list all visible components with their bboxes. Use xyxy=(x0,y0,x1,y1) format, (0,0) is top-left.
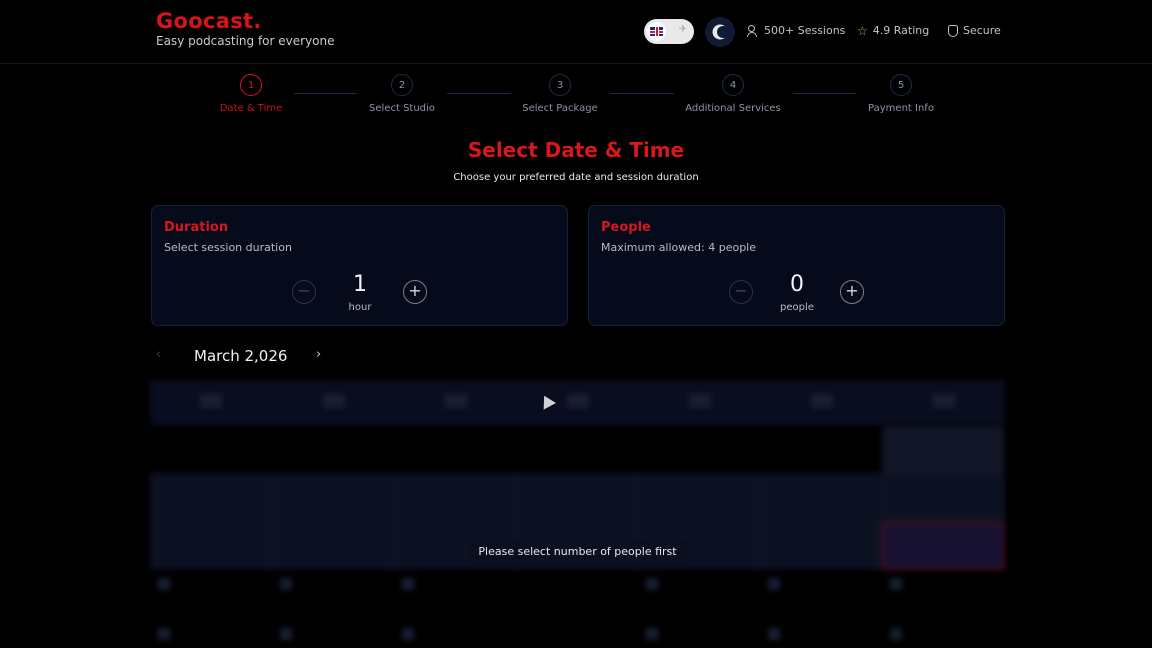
brand[interactable]: Goocast. Easy podcasting for everyone xyxy=(156,8,335,49)
step-select-package[interactable]: 3 Select Package xyxy=(490,72,630,114)
duration-card: Duration Select session duration − 1 hou… xyxy=(151,205,568,326)
duration-title: Duration xyxy=(164,220,229,235)
users-icon xyxy=(747,24,759,37)
page-title: Select Date & Time xyxy=(467,138,685,162)
calendar-day-cell[interactable] xyxy=(272,473,394,569)
brand-logo[interactable]: Goocast. xyxy=(156,8,335,34)
duration-increment-button[interactable]: + xyxy=(403,280,427,304)
weekday-label xyxy=(689,394,711,408)
weekday-label xyxy=(811,394,833,408)
calendar-day-cell[interactable] xyxy=(760,473,882,569)
step-label: Select Package xyxy=(522,103,598,114)
calendar-day-number xyxy=(890,628,902,640)
booking-steps: 1 Date & Time 2 Select Studio 3 Select P… xyxy=(0,72,1152,122)
calendar-day-number xyxy=(402,628,414,640)
language-alt-icon: ✈ xyxy=(678,24,687,35)
weekday-label xyxy=(567,394,589,408)
language-toggle[interactable]: ✈ xyxy=(644,19,694,44)
people-title: People xyxy=(601,220,651,235)
step-select-studio[interactable]: 2 Select Studio xyxy=(332,72,472,114)
step-payment-info[interactable]: 5 Payment Info xyxy=(831,72,971,114)
people-card: People Maximum allowed: 4 people − 0 peo… xyxy=(588,205,1005,326)
next-month-button[interactable]: › xyxy=(316,347,321,362)
brand-tagline: Easy podcasting for everyone xyxy=(156,34,335,48)
calendar-day-number xyxy=(768,578,780,590)
step-label: Select Studio xyxy=(369,103,435,114)
uk-flag-icon xyxy=(650,27,663,36)
step-number: 2 xyxy=(391,74,413,96)
calendar-grid[interactable] xyxy=(150,380,1005,648)
calendar-day-number xyxy=(768,628,780,640)
page-subtitle: Choose your preferred date and session d… xyxy=(453,172,699,183)
people-required-toast: Please select number of people first xyxy=(466,538,689,566)
calendar-day-cell[interactable] xyxy=(882,427,1004,473)
duration-unit: hour xyxy=(348,302,372,313)
calendar-day-number xyxy=(646,578,658,590)
prev-month-button[interactable]: ‹ xyxy=(156,347,161,362)
calendar-day-number xyxy=(280,578,292,590)
step-label: Payment Info xyxy=(868,103,934,114)
stat-rating: ☆ 4.9 Rating xyxy=(857,24,929,37)
calendar-day-cell[interactable] xyxy=(150,473,272,569)
step-label: Date & Time xyxy=(219,103,283,114)
step-additional-services[interactable]: 4 Additional Services xyxy=(663,72,803,114)
people-value: 0 xyxy=(790,272,804,297)
people-increment-button[interactable]: + xyxy=(840,280,864,304)
stat-sessions-label: 500+ Sessions xyxy=(764,24,846,37)
calendar-day-number xyxy=(890,578,902,590)
stat-rating-label: 4.9 Rating xyxy=(872,24,930,37)
step-number: 4 xyxy=(722,74,744,96)
weekday-label xyxy=(933,394,955,408)
calendar-day-number xyxy=(280,628,292,640)
duration-decrement-button[interactable]: − xyxy=(292,280,316,304)
weekday-label xyxy=(200,394,222,408)
theme-toggle-button[interactable] xyxy=(705,17,735,47)
stat-sessions: 500+ Sessions xyxy=(747,24,845,37)
calendar-day-number xyxy=(646,628,658,640)
calendar-day-number xyxy=(402,578,414,590)
language-knob xyxy=(647,22,666,41)
moon-icon xyxy=(717,26,729,38)
step-label: Additional Services xyxy=(685,103,781,114)
header: Goocast. Easy podcasting for everyone ✈ … xyxy=(0,0,1152,64)
shield-icon xyxy=(948,24,958,37)
step-number: 5 xyxy=(890,74,912,96)
people-unit: people xyxy=(780,302,814,313)
month-label: March 2,026 xyxy=(194,347,288,365)
weekday-label xyxy=(323,394,345,408)
stat-secure-label: Secure xyxy=(963,24,1001,37)
calendar-day-number xyxy=(158,578,170,590)
star-icon: ☆ xyxy=(857,23,868,38)
step-number: 3 xyxy=(549,74,571,96)
calendar-selected-day[interactable] xyxy=(882,522,1005,570)
people-subtitle: Maximum allowed: 4 people xyxy=(601,241,757,254)
step-number: 1 xyxy=(240,74,262,96)
calendar-day-number xyxy=(158,628,170,640)
duration-subtitle: Select session duration xyxy=(164,241,292,254)
people-decrement-button[interactable]: − xyxy=(729,280,753,304)
calendar-weekday-header xyxy=(150,380,1005,425)
step-date-time[interactable]: 1 Date & Time xyxy=(181,72,321,114)
duration-value: 1 xyxy=(353,272,367,297)
stat-secure: Secure xyxy=(948,24,1001,37)
weekday-label xyxy=(445,394,467,408)
